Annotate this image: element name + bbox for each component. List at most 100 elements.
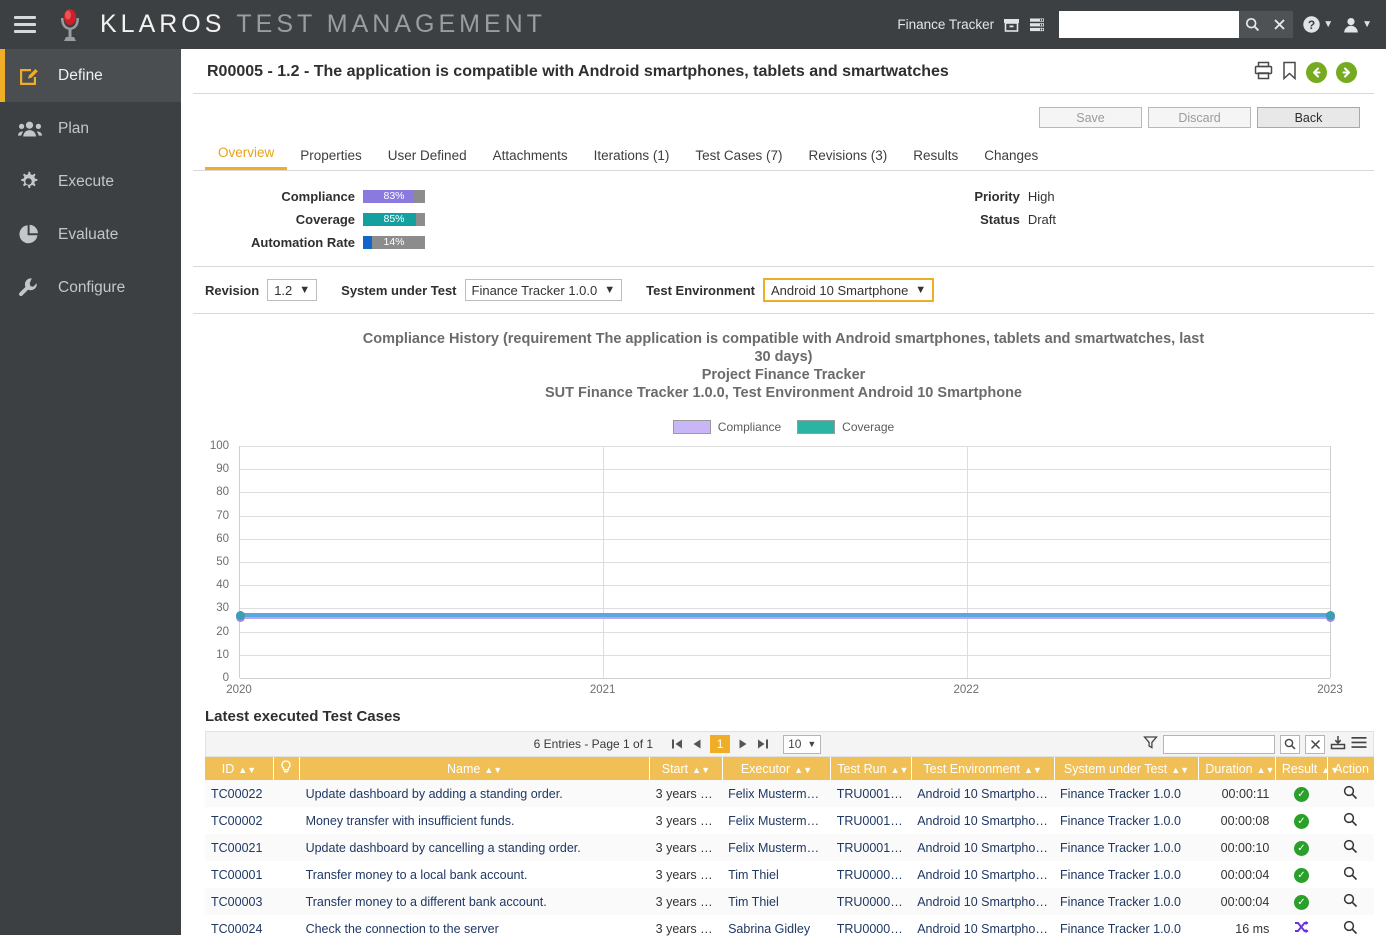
column-header-executor[interactable]: Executor ▲▼ <box>722 757 832 780</box>
cell-action[interactable] <box>1328 780 1374 807</box>
cell-sut[interactable]: Finance Tracker 1.0.0 <box>1054 807 1199 834</box>
cell-test-run[interactable]: TRU0001674 <box>831 780 911 807</box>
sidebar-item-execute[interactable]: Execute <box>0 155 181 208</box>
global-search-input[interactable] <box>1059 11 1240 38</box>
previous-page-icon[interactable] <box>687 738 707 750</box>
legend-item-coverage[interactable]: Coverage <box>797 420 894 434</box>
table-row[interactable]: TC00002 Money transfer with insufficient… <box>205 807 1374 834</box>
cell-executor[interactable]: Felix Mustermann <box>722 834 831 861</box>
column-header-id[interactable]: ID ▲▼ <box>205 757 274 780</box>
back-button[interactable]: Back <box>1257 107 1360 128</box>
cell-executor[interactable]: Felix Mustermann <box>722 807 831 834</box>
user-menu[interactable]: ▼ <box>1342 16 1372 34</box>
print-icon[interactable] <box>1254 61 1273 83</box>
tab-revisions[interactable]: Revisions (3) <box>795 142 900 170</box>
legend-item-compliance[interactable]: Compliance <box>672 420 781 434</box>
cell-test-run[interactable]: TRU0001642 <box>831 834 911 861</box>
cell-name[interactable]: Update dashboard by adding a standing or… <box>300 780 650 807</box>
cell-executor[interactable]: Tim Thiel <box>722 861 831 888</box>
column-header-name[interactable]: Name ▲▼ <box>299 757 651 780</box>
menu-toggle-icon[interactable] <box>14 16 36 33</box>
view-details-icon[interactable] <box>1343 785 1358 803</box>
cell-sut[interactable]: Finance Tracker 1.0.0 <box>1054 888 1199 915</box>
cell-id[interactable]: TC00024 <box>205 915 273 942</box>
page-number-1[interactable]: 1 <box>710 735 731 753</box>
cell-sut[interactable]: Finance Tracker 1.0.0 <box>1054 915 1199 942</box>
column-header-system-under-test[interactable]: System under Test ▲▼ <box>1054 757 1200 780</box>
save-button[interactable]: Save <box>1039 107 1142 128</box>
tab-user-defined[interactable]: User Defined <box>375 142 480 170</box>
cell-test-run[interactable]: TRU0000015 <box>831 888 911 915</box>
cell-executor[interactable]: Felix Mustermann <box>722 780 831 807</box>
cell-executor[interactable]: Sabrina Gidley <box>722 915 831 942</box>
tab-changes[interactable]: Changes <box>971 142 1051 170</box>
cell-name[interactable]: Update dashboard by cancelling a standin… <box>300 834 650 861</box>
environment-select[interactable]: Android 10 Smartphone ▼ <box>762 278 935 302</box>
view-details-icon[interactable] <box>1343 866 1358 884</box>
column-header-start[interactable]: Start ▲▼ <box>649 757 723 780</box>
cell-action[interactable] <box>1328 915 1374 942</box>
help-menu[interactable]: ? ▼ <box>1302 15 1333 34</box>
view-details-icon[interactable] <box>1343 812 1358 830</box>
table-clear-icon[interactable] <box>1305 734 1325 754</box>
table-row[interactable]: TC00024 Check the connection to the serv… <box>205 915 1374 942</box>
table-search-icon[interactable] <box>1280 734 1300 754</box>
cell-name[interactable]: Transfer money to a local bank account. <box>300 861 650 888</box>
view-details-icon[interactable] <box>1343 839 1358 857</box>
table-search-input[interactable] <box>1163 734 1275 754</box>
table-row[interactable]: TC00021 Update dashboard by cancelling a… <box>205 834 1374 861</box>
cell-name[interactable]: Check the connection to the server <box>300 915 650 942</box>
export-icon[interactable] <box>1330 735 1346 753</box>
column-header-duration[interactable]: Duration ▲▼ <box>1198 757 1276 780</box>
cell-environment[interactable]: Android 10 Smartphone <box>911 834 1054 861</box>
cell-environment[interactable]: Android 10 Smartphone <box>911 915 1054 942</box>
cell-sut[interactable]: Finance Tracker 1.0.0 <box>1054 780 1199 807</box>
next-page-icon[interactable] <box>733 738 753 750</box>
cell-environment[interactable]: Android 10 Smartphone <box>911 888 1054 915</box>
filter-icon[interactable] <box>1143 735 1158 753</box>
cell-test-run[interactable]: TRU0001649 <box>831 807 911 834</box>
global-search-clear-icon[interactable] <box>1266 11 1294 38</box>
global-search-submit-icon[interactable] <box>1239 11 1267 38</box>
cell-test-run[interactable]: TRU0000013 <box>831 915 911 942</box>
last-page-icon[interactable] <box>753 738 773 750</box>
table-row[interactable]: TC00003 Transfer money to a different ba… <box>205 888 1374 915</box>
table-row[interactable]: TC00001 Transfer money to a local bank a… <box>205 861 1374 888</box>
cell-id[interactable]: TC00002 <box>205 807 273 834</box>
database-icon[interactable] <box>1029 17 1046 33</box>
cell-action[interactable] <box>1328 834 1374 861</box>
next-arrow-icon[interactable] <box>1336 61 1357 83</box>
sidebar-item-configure[interactable]: Configure <box>0 261 181 314</box>
cell-id[interactable]: TC00001 <box>205 861 273 888</box>
tab-test-cases[interactable]: Test Cases (7) <box>682 142 795 170</box>
cell-name[interactable]: Transfer money to a different bank accou… <box>300 888 650 915</box>
previous-arrow-icon[interactable] <box>1306 61 1327 83</box>
cell-sut[interactable]: Finance Tracker 1.0.0 <box>1054 834 1199 861</box>
revision-select[interactable]: 1.2 ▼ <box>267 279 318 301</box>
table-menu-icon[interactable] <box>1351 736 1367 752</box>
cell-id[interactable]: TC00021 <box>205 834 273 861</box>
cell-action[interactable] <box>1328 888 1374 915</box>
tab-results[interactable]: Results <box>900 142 971 170</box>
first-page-icon[interactable] <box>667 738 687 750</box>
cell-sut[interactable]: Finance Tracker 1.0.0 <box>1054 861 1199 888</box>
cell-name[interactable]: Money transfer with insufficient funds. <box>300 807 650 834</box>
table-row[interactable]: TC00022 Update dashboard by adding a sta… <box>205 780 1374 807</box>
cell-environment[interactable]: Android 10 Smartphone <box>911 780 1054 807</box>
sut-select[interactable]: Finance Tracker 1.0.0 ▼ <box>464 279 623 301</box>
cell-environment[interactable]: Android 10 Smartphone <box>911 861 1054 888</box>
cell-environment[interactable]: Android 10 Smartphone <box>911 807 1054 834</box>
project-switch-icon[interactable] <box>1003 17 1020 33</box>
view-details-icon[interactable] <box>1343 893 1358 911</box>
tab-attachments[interactable]: Attachments <box>480 142 581 170</box>
page-size-select[interactable]: 10 ▼ <box>783 734 822 754</box>
sidebar-item-define[interactable]: Define <box>0 49 181 102</box>
cell-action[interactable] <box>1328 807 1374 834</box>
tab-properties[interactable]: Properties <box>287 142 375 170</box>
cell-id[interactable]: TC00003 <box>205 888 273 915</box>
column-header-hint[interactable] <box>273 757 301 780</box>
cell-executor[interactable]: Tim Thiel <box>722 888 831 915</box>
bookmark-icon[interactable] <box>1282 61 1297 83</box>
sidebar-item-evaluate[interactable]: Evaluate <box>0 208 181 261</box>
column-header-result[interactable]: Result ▲▼ <box>1275 757 1339 780</box>
